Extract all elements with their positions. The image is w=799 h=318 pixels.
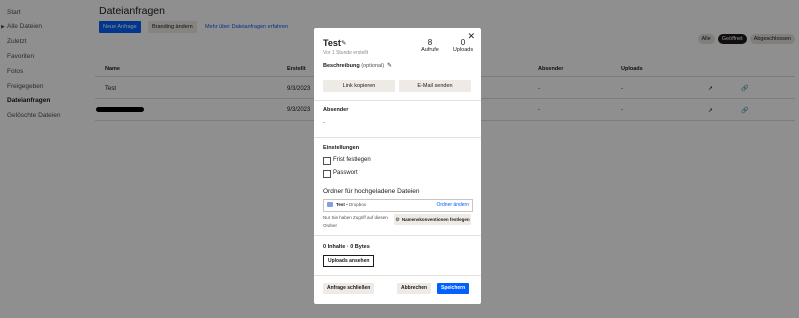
send-email-button[interactable]: E-Mail senden [399, 80, 471, 92]
cancel-button[interactable]: Abbrechen [397, 283, 432, 294]
uploads-label: Uploads [452, 47, 474, 53]
pencil-icon[interactable]: ✎ [341, 39, 346, 47]
divider [314, 275, 481, 276]
settings-heading: Einstellungen [323, 145, 360, 151]
uploads-count: 0 [460, 38, 466, 47]
divider [314, 235, 481, 236]
access-note: Nur Sie haben Zugriff auf diesen Ordner [323, 215, 388, 228]
uploads-stat: 0 Uploads [450, 38, 476, 53]
folder-location: • Dropbox [346, 202, 367, 207]
deadline-label[interactable]: Frist festlegen [333, 157, 371, 163]
request-title: Test [323, 38, 341, 48]
close-request-button[interactable]: Anfrage schließen [323, 283, 375, 294]
folder-heading: Ordner für hochgeladene Dateien [323, 188, 420, 195]
folder-path: Test • Dropbox [336, 202, 366, 207]
view-uploads-button[interactable]: Uploads ansehen [323, 255, 375, 267]
description-title: Beschreibung [323, 63, 360, 69]
copy-link-button[interactable]: Link kopieren [323, 80, 395, 92]
created-time: Vor 1 Stunde erstellt [323, 50, 369, 56]
description-optional: (optional) [361, 63, 385, 69]
password-label[interactable]: Passwort [333, 170, 358, 176]
views-stat: 8 Aufrufe [418, 38, 442, 53]
views-count: 8 [427, 38, 433, 47]
gear-icon: ⚙ [395, 217, 400, 223]
description-label: Beschreibung (optional) [323, 63, 384, 69]
folder-icon [327, 202, 333, 207]
divider [314, 100, 481, 101]
naming-conventions-button[interactable]: ⚙ Namenskonventionen festlegen [394, 214, 471, 225]
views-label: Aufrufe [421, 47, 439, 53]
contents-summary: 0 Inhalte · 0 Bytes [323, 244, 370, 250]
sender-value: - [323, 120, 325, 126]
folder-name: Test [336, 202, 345, 207]
folder-selector: Test • Dropbox Ordner ändern [323, 199, 473, 212]
save-button[interactable]: Speichern [437, 283, 470, 294]
file-request-dialog: ✕ Test ✎ Vor 1 Stunde erstellt 8 Aufrufe… [314, 28, 481, 304]
naming-conventions-label: Namenskonventionen festlegen [401, 217, 470, 222]
divider [314, 137, 481, 138]
sender-heading: Absender [323, 107, 349, 113]
deadline-checkbox[interactable] [323, 157, 331, 165]
pencil-icon[interactable]: ✎ [387, 62, 392, 69]
password-checkbox[interactable] [323, 170, 331, 178]
change-folder-link[interactable]: Ordner ändern [436, 202, 469, 208]
